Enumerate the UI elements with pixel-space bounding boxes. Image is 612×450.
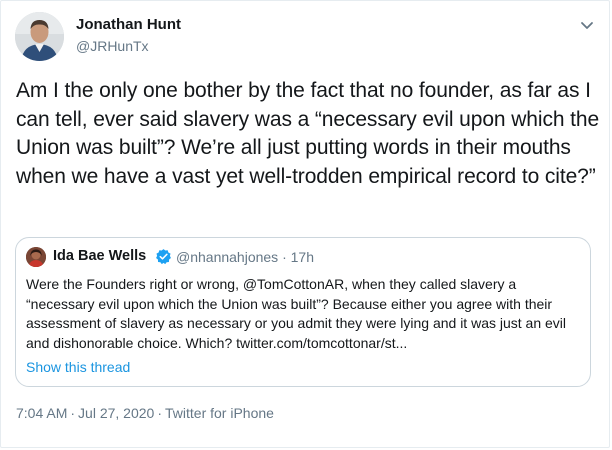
quoted-tweet-text: Were the Founders right or wrong, @TomCo… bbox=[26, 276, 567, 351]
tweet-header: Jonathan Hunt @JRHunTx bbox=[15, 11, 599, 65]
chevron-down-icon bbox=[581, 22, 593, 29]
tweet-date: Jul 27, 2020 bbox=[78, 405, 155, 421]
tweet-metadata: 7:04 AM · Jul 27, 2020 · Twitter for iPhone bbox=[16, 405, 274, 421]
verified-badge-icon bbox=[155, 248, 172, 265]
tweet-source[interactable]: Twitter for iPhone bbox=[165, 405, 274, 421]
quoted-author-name: Ida Bae Wells bbox=[53, 248, 147, 264]
tweet-timestamp[interactable]: 7:04 AM · Jul 27, 2020 bbox=[16, 405, 154, 421]
avatar-portrait-icon bbox=[15, 12, 64, 61]
show-thread-link[interactable]: Show this thread bbox=[26, 359, 130, 375]
tweet-time: 7:04 AM bbox=[16, 405, 68, 421]
tweet-menu-button[interactable] bbox=[577, 15, 597, 35]
dot-separator: · bbox=[282, 249, 287, 265]
quoted-author-handle: @nhannahjones bbox=[176, 249, 279, 265]
quoted-author-handle-and-age: @nhannahjones · 17h bbox=[176, 249, 314, 265]
quoted-tweet[interactable]: Ida Bae Wells @nhannahjones · 17h Were t… bbox=[15, 237, 591, 387]
author-avatar[interactable] bbox=[15, 12, 64, 61]
dot-separator: · bbox=[157, 405, 163, 421]
author-name[interactable]: Jonathan Hunt bbox=[76, 16, 181, 33]
dot-separator: · bbox=[70, 405, 76, 421]
author-handle[interactable]: @JRHunTx bbox=[76, 38, 149, 54]
tweet-card: Jonathan Hunt @JRHunTx Am I the only one… bbox=[0, 0, 610, 448]
quoted-tweet-age: 17h bbox=[290, 249, 314, 265]
quoted-author-avatar[interactable] bbox=[26, 247, 46, 267]
avatar-portrait-icon bbox=[26, 247, 46, 267]
tweet-text: Am I the only one bother by the fact tha… bbox=[16, 79, 600, 188]
